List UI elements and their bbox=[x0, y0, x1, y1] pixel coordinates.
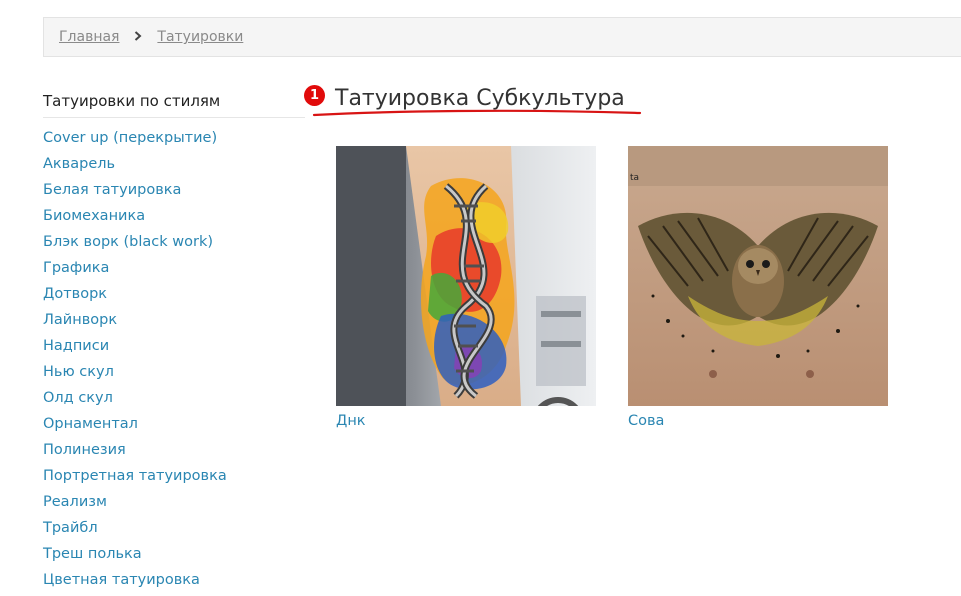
sidebar-item: Полинезия bbox=[43, 440, 305, 466]
sidebar-item-link[interactable]: Надписи bbox=[43, 338, 109, 354]
sidebar-item: Cover up (перекрытие) bbox=[43, 128, 305, 154]
sidebar-item: Белая татуировка bbox=[43, 180, 305, 206]
breadcrumb-home-link[interactable]: Главная bbox=[59, 29, 119, 45]
sidebar-item: Надписи bbox=[43, 336, 305, 362]
sidebar-item: Блэк ворк (black work) bbox=[43, 232, 305, 258]
gallery-item: Днк bbox=[336, 146, 596, 429]
sidebar-item-link[interactable]: Лайнворк bbox=[43, 312, 117, 328]
sidebar-item-link[interactable]: Дотворк bbox=[43, 286, 107, 302]
sidebar-item: Треш полька bbox=[43, 544, 305, 570]
gallery-caption-link[interactable]: Сова bbox=[628, 413, 888, 429]
sidebar-item: Реализм bbox=[43, 492, 305, 518]
sidebar-item-link[interactable]: Полинезия bbox=[43, 442, 126, 458]
chevron-right-icon bbox=[134, 29, 142, 45]
sidebar-list: Cover up (перекрытие) Акварель Белая тат… bbox=[43, 128, 305, 596]
sidebar-item-link[interactable]: Портретная татуировка bbox=[43, 468, 227, 484]
sidebar-item-link[interactable]: Орнаментал bbox=[43, 416, 138, 432]
gallery-caption-link[interactable]: Днк bbox=[336, 413, 596, 429]
sidebar-item: Лайнворк bbox=[43, 310, 305, 336]
sidebar-item: Дотворк bbox=[43, 284, 305, 310]
sidebar-item: Биомеханика bbox=[43, 206, 305, 232]
sidebar-item: Олд скул bbox=[43, 388, 305, 414]
sidebar-item-link[interactable]: Цветная татуировка bbox=[43, 572, 200, 588]
sidebar-item-link[interactable]: Белая татуировка bbox=[43, 182, 181, 198]
sidebar-item: Цветная татуировка bbox=[43, 570, 305, 596]
sidebar-item: Портретная татуировка bbox=[43, 466, 305, 492]
gallery-image-dna[interactable] bbox=[336, 146, 596, 406]
sidebar-item-link[interactable]: Биомеханика bbox=[43, 208, 145, 224]
breadcrumb-bar: Главная Татуировки bbox=[43, 17, 961, 57]
gallery-item: ta Сова bbox=[628, 146, 888, 429]
sidebar-item: Графика bbox=[43, 258, 305, 284]
sidebar: Татуировки по стилям Cover up (перекрыти… bbox=[43, 91, 305, 596]
sidebar-item-link[interactable]: Реализм bbox=[43, 494, 107, 510]
breadcrumb-current-link[interactable]: Татуировки bbox=[157, 29, 243, 45]
sidebar-item-link[interactable]: Трайбл bbox=[43, 520, 98, 536]
sidebar-item-link[interactable]: Акварель bbox=[43, 156, 115, 172]
sidebar-item: Нью скул bbox=[43, 362, 305, 388]
gallery-image-owl[interactable]: ta bbox=[628, 146, 888, 406]
sidebar-item: Трайбл bbox=[43, 518, 305, 544]
page-title: Татуировка Субкультура bbox=[335, 86, 625, 111]
svg-text:ta: ta bbox=[630, 173, 639, 183]
sidebar-item-link[interactable]: Графика bbox=[43, 260, 109, 276]
sidebar-item-link[interactable]: Треш полька bbox=[43, 546, 142, 562]
annotation-badge: 1 bbox=[304, 85, 325, 106]
sidebar-item-link[interactable]: Блэк ворк (black work) bbox=[43, 234, 213, 250]
breadcrumb: Главная Татуировки bbox=[59, 29, 243, 45]
page-title-area: 1 Татуировка Субкультура bbox=[304, 84, 644, 124]
sidebar-item: Орнаментал bbox=[43, 414, 305, 440]
sidebar-title: Татуировки по стилям bbox=[43, 91, 305, 118]
sidebar-item-link[interactable]: Олд скул bbox=[43, 390, 113, 406]
sidebar-item-link[interactable]: Cover up (перекрытие) bbox=[43, 130, 217, 146]
sidebar-item-link[interactable]: Нью скул bbox=[43, 364, 114, 380]
sidebar-item: Акварель bbox=[43, 154, 305, 180]
